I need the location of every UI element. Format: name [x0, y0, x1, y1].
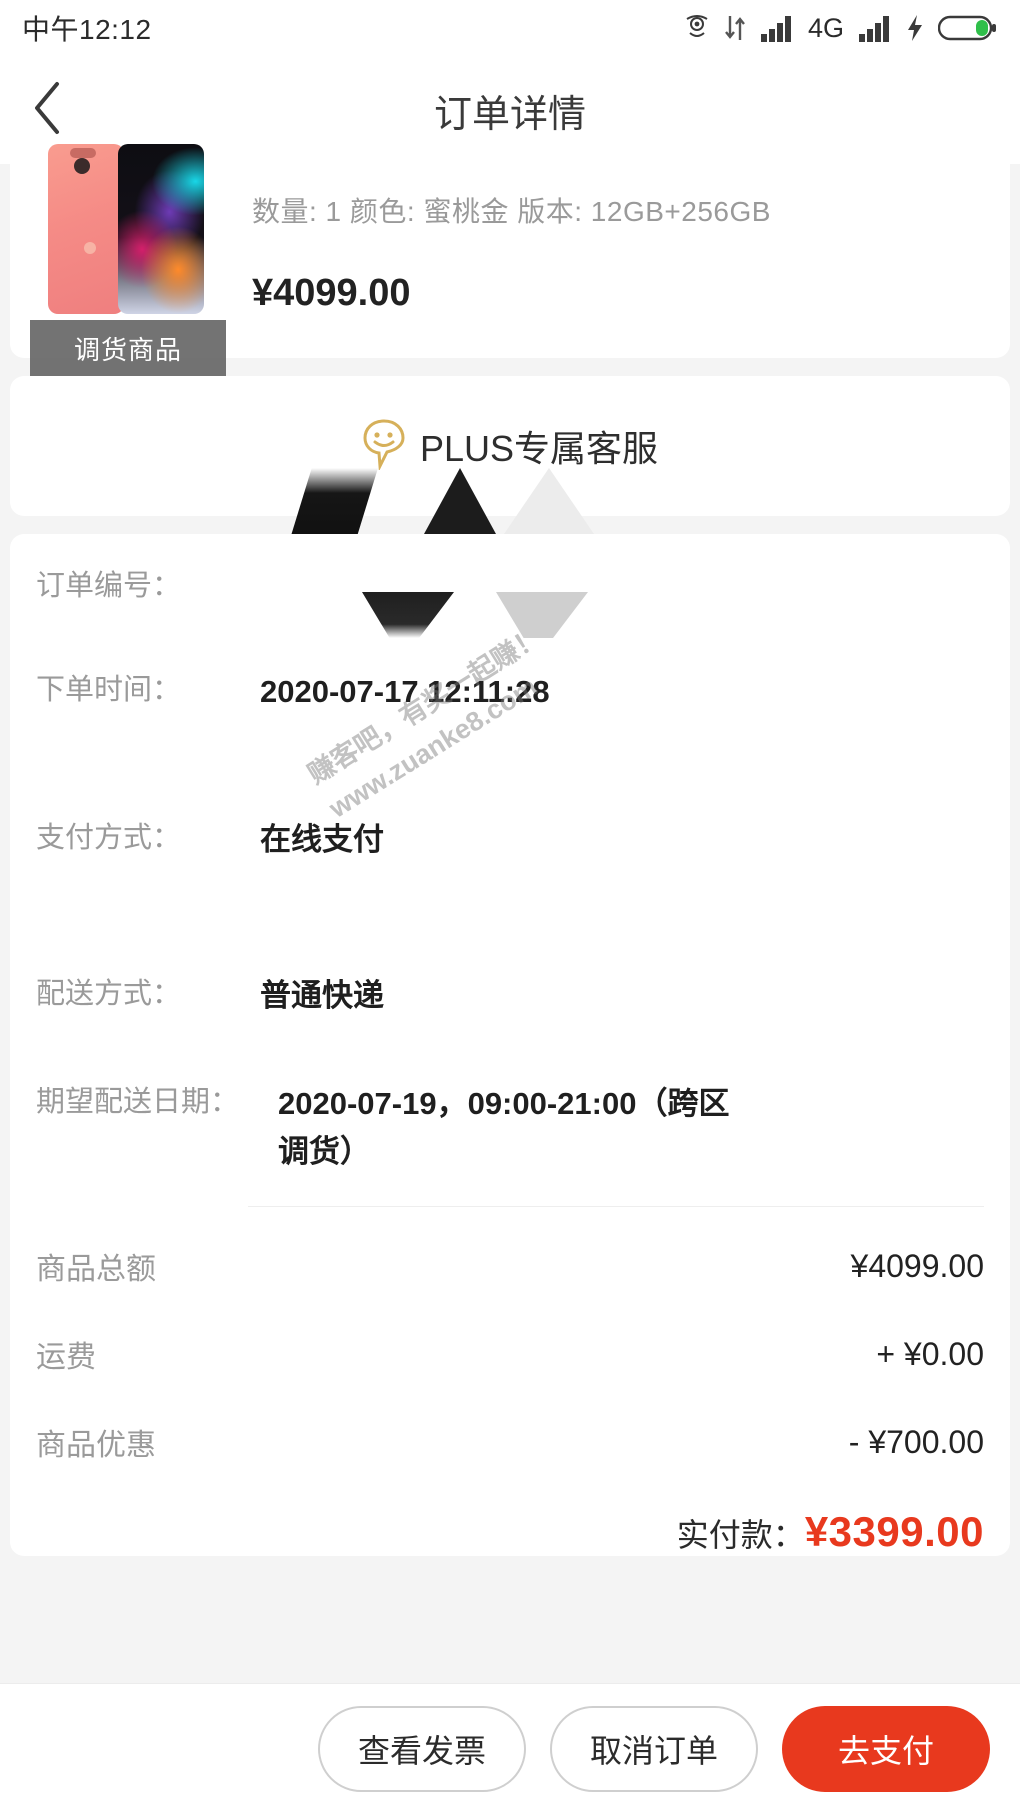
product-row[interactable]: 调货商品 数量: 1 颜色: 蜜桃金 版本: 12GB+256GB ¥4099.…	[10, 144, 1010, 376]
page-title: 订单详情	[433, 93, 586, 136]
payment-method-value: 在线支付	[260, 822, 384, 857]
expected-delivery-value: 2020-07-19，09:00-21:00（跨区调货）	[278, 1086, 730, 1169]
product-spec-line: 数量: 1 颜色: 蜜桃金 版本: 12GB+256GB	[252, 196, 771, 227]
smiley-chat-bubble-icon	[362, 418, 406, 475]
charging-bolt-icon	[906, 14, 924, 42]
status-clock: 中午12:12	[22, 14, 152, 45]
signal-bars-2-icon	[858, 14, 892, 42]
location-icon	[684, 13, 710, 43]
total-label-goods: 商品总额	[36, 1253, 156, 1286]
order-time-value: 2020-07-17 12:11:28	[260, 674, 550, 709]
product-price: ¥4099.00	[252, 272, 411, 314]
status-bar: 中午12:12 4G	[0, 0, 1020, 56]
phone-back-shape	[48, 144, 124, 314]
final-payment-row: 实付款： ¥3399.00	[36, 1486, 984, 1556]
order-number-value	[248, 564, 984, 608]
product-image	[36, 144, 216, 324]
plus-service-row[interactable]: PLUS专属客服	[362, 418, 658, 475]
expected-delivery-label: 期望配送日期：	[36, 1086, 240, 1118]
order-info-card: 订单编号： 下单时间： 2020-07-17 12:11:28 支付方式： 在线…	[10, 468, 1010, 1556]
phone-camera-module-shape	[70, 148, 96, 158]
phone-flash-shape	[84, 242, 96, 254]
final-payment-label: 实付款：	[676, 1517, 805, 1553]
total-row-discount: 商品优惠 - ¥700.00	[36, 1398, 984, 1486]
payment-method-row: 支付方式： 在线支付	[36, 786, 984, 894]
order-time-label: 下单时间：	[36, 674, 182, 706]
product-info: 数量: 1 颜色: 蜜桃金 版本: 12GB+256GB ¥4099.00	[216, 186, 984, 324]
cancel-order-button[interactable]: 取消订单	[550, 1705, 758, 1792]
plus-service-card[interactable]: PLUS专属客服	[10, 376, 1010, 516]
total-amount-goods: ¥4099.00	[850, 1247, 984, 1284]
product-card[interactable]: 调货商品 数量: 1 颜色: 蜜桃金 版本: 12GB+256GB ¥4099.…	[10, 144, 1010, 376]
data-transfer-icon	[724, 14, 746, 42]
order-number-row: 订单编号：	[36, 468, 984, 638]
product-thumbnail-wrap[interactable]: 调货商品	[30, 144, 226, 376]
delivery-method-value: 普通快递	[260, 978, 384, 1013]
phone-camera-lens-shape	[74, 158, 90, 174]
order-detail-screen: 中午12:12 4G 订单详情 调货商品 数量: 1 颜色: 蜜桃金 版本: 1…	[0, 0, 1020, 1813]
order-number-label: 订单编号：	[36, 570, 182, 602]
view-invoice-button[interactable]: 查看发票	[318, 1705, 526, 1792]
chevron-left-icon	[31, 80, 65, 141]
delivery-method-label: 配送方式：	[36, 978, 182, 1010]
total-row-shipping: 运费 + ¥0.00	[36, 1310, 984, 1398]
total-label-discount: 商品优惠	[36, 1429, 156, 1462]
status-badge: 调货商品	[30, 320, 226, 376]
total-label-shipping: 运费	[36, 1341, 96, 1374]
final-payment-amount: ¥3399.00	[804, 1508, 984, 1555]
payment-method-label: 支付方式：	[36, 822, 182, 854]
total-amount-discount: - ¥700.00	[848, 1423, 984, 1460]
order-time-row: 下单时间： 2020-07-17 12:11:28	[36, 592, 984, 746]
network-type-label: 4G	[807, 12, 844, 43]
total-amount-shipping: + ¥0.00	[876, 1335, 984, 1372]
phone-screen-shape	[118, 144, 204, 314]
totals-divider	[248, 1206, 984, 1222]
plus-service-label: PLUS专属客服	[419, 428, 659, 469]
pay-now-button[interactable]: 去支付	[782, 1705, 990, 1792]
signal-bars-icon	[760, 14, 794, 42]
expected-delivery-row: 期望配送日期： 2020-07-19，09:00-21:00（跨区调货）	[36, 1050, 984, 1206]
total-row-goods: 商品总额 ¥4099.00	[36, 1222, 984, 1310]
bottom-action-bar: 查看发票 取消订单 去支付	[0, 1683, 1020, 1813]
status-icons: 4G	[684, 13, 998, 44]
battery-icon	[938, 13, 998, 43]
delivery-method-row: 配送方式： 普通快递	[36, 942, 984, 1050]
